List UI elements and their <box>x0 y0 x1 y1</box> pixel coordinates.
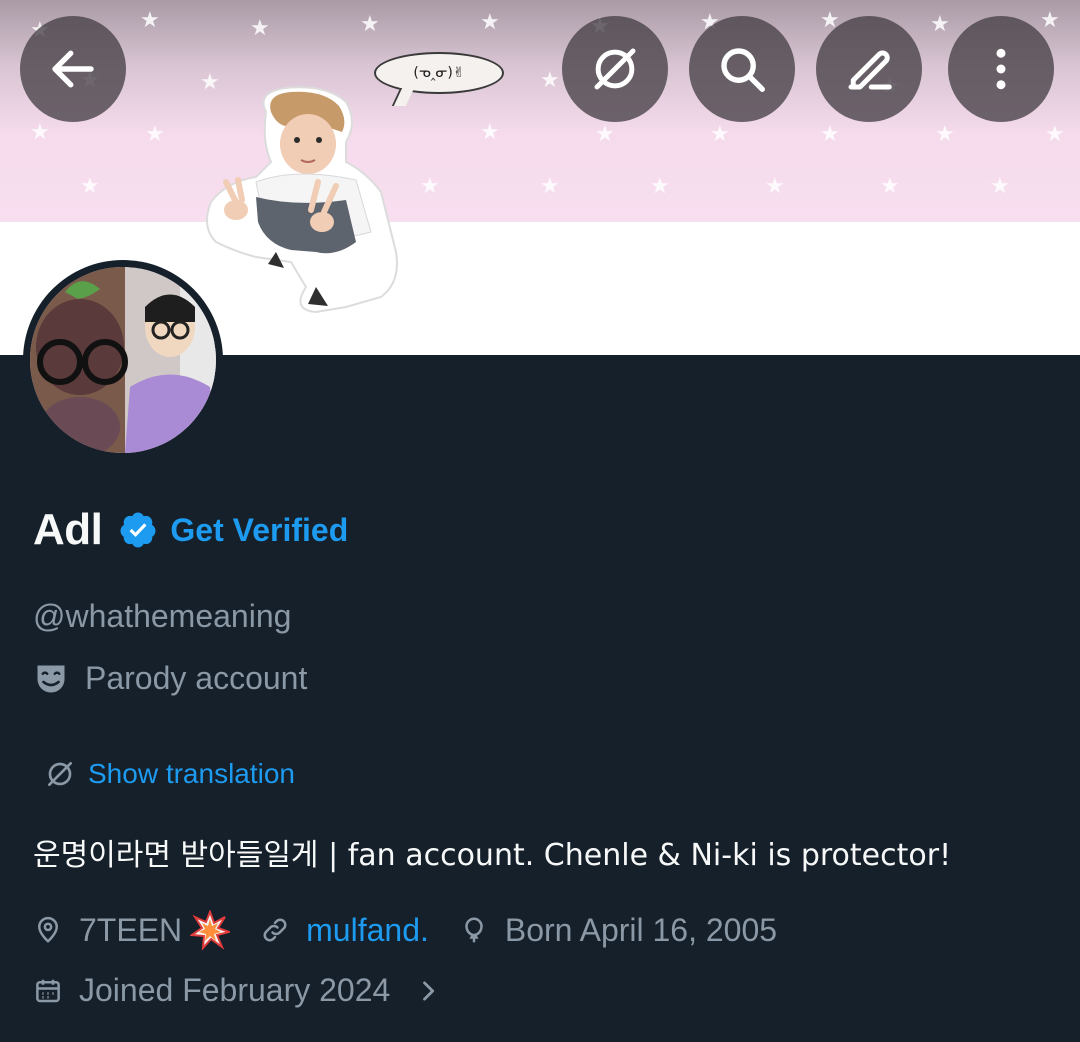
profile-meta-row: 7TEEN mulfand. Born April 16, 2005 <box>33 910 807 950</box>
more-vertical-icon <box>996 48 1006 90</box>
more-button[interactable] <box>948 16 1054 122</box>
birthday-item: Born April 16, 2005 <box>459 912 777 949</box>
location-text: 7TEEN <box>79 911 183 948</box>
birthday-text: Born April 16, 2005 <box>504 911 778 948</box>
translate-toggle-button[interactable] <box>562 16 668 122</box>
display-name: Adl <box>33 505 103 554</box>
balloon-icon <box>465 917 483 943</box>
avatar-image <box>30 267 216 453</box>
location-item: 7TEEN <box>33 910 231 950</box>
banner-pink-stars: ★ ★ ★ ★ ★ ★ ★ ★ ★ ★ ★ ★ ★ ★ ★ ★ ★ ★ ★ ★ … <box>0 0 1080 222</box>
collision-emoji-icon <box>190 910 231 950</box>
speech-bubble-text: (ᓀ‸ᓂ)✌ <box>413 65 465 81</box>
edit-button[interactable] <box>816 16 922 122</box>
parody-text: Parody account <box>85 660 308 696</box>
no-translate-icon <box>594 48 636 90</box>
banner-sticker-figure <box>206 86 398 314</box>
back-arrow-icon <box>52 50 94 88</box>
verified-badge-icon[interactable] <box>118 510 158 550</box>
show-translation-link[interactable]: Show translation <box>44 758 295 790</box>
search-button[interactable] <box>689 16 795 122</box>
joined-date[interactable]: Joined February 2024 <box>33 972 442 1009</box>
translate-icon <box>48 762 72 786</box>
show-translation-text: Show translation <box>88 758 296 789</box>
bio-text: 운명이라면 받아들일게 | fan account. Chenle & Ni-k… <box>33 838 952 873</box>
website-item[interactable]: mulfand. <box>260 912 429 949</box>
joined-text: Joined February 2024 <box>79 972 391 1008</box>
chevron-right-icon <box>423 980 435 1001</box>
link-icon <box>263 918 287 942</box>
theater-mask-icon <box>37 665 65 692</box>
pencil-icon <box>848 50 892 90</box>
location-pin-icon <box>37 916 59 943</box>
calendar-icon <box>36 979 60 1002</box>
website-link[interactable]: mulfand. <box>306 912 429 949</box>
user-handle: @whathemeaning <box>33 598 292 634</box>
get-verified-link[interactable]: Get Verified <box>170 512 348 549</box>
search-icon <box>721 48 765 92</box>
name-row: Adl Get Verified <box>33 505 348 555</box>
parody-label[interactable]: Parody account <box>33 660 307 697</box>
avatar[interactable] <box>23 260 223 460</box>
back-button[interactable] <box>20 16 126 122</box>
